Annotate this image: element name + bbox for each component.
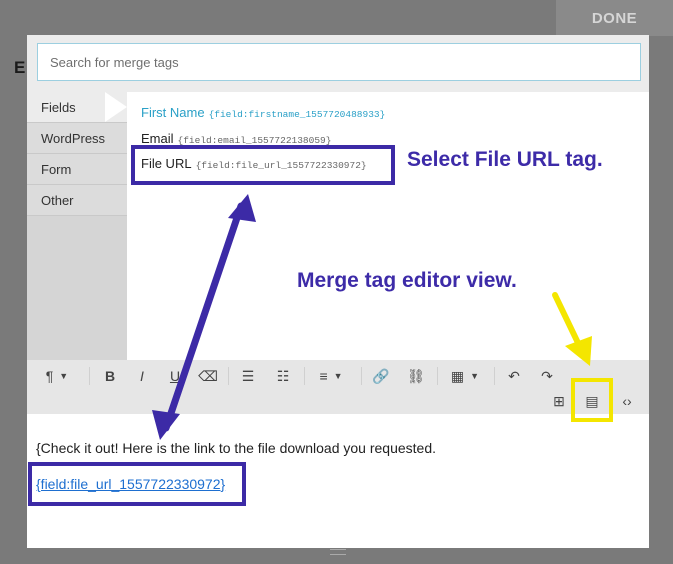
toolbar-divider [228,367,229,385]
sidebar-item-form[interactable]: Form [27,154,127,185]
bold-icon: B [104,368,116,384]
table-icon: ▦ [450,367,465,384]
editor-resize-handle[interactable] [330,549,346,555]
align-dropdown[interactable]: ≡ ▼ [311,366,351,386]
sidebar-item-label: Other [41,192,74,208]
merge-tag-label: First Name [141,105,205,120]
ordered-list-button[interactable]: ☰ [237,366,259,386]
link-button[interactable]: 🔗 [370,366,392,386]
paragraph-format-dropdown[interactable]: ¶ ▼ [39,366,75,386]
redo-button[interactable]: ↷ [536,366,558,386]
italic-button[interactable]: I [131,366,153,386]
code-view-button[interactable]: ‹› [616,390,638,412]
search-box [37,43,641,81]
annotation-editor-view: Merge tag editor view. [297,269,517,292]
table-dropdown[interactable]: ▦ ▼ [445,366,485,386]
file-url-highlight-box [131,145,395,185]
sidebar-item-label: WordPress [41,130,106,146]
active-category-pointer [105,92,127,122]
underline-icon: U [169,368,181,384]
sidebar-item-other[interactable]: Other [27,185,127,216]
toolbar-divider [437,367,438,385]
code-view-icon: ‹› [622,393,632,409]
unordered-list-icon: ☷ [276,367,290,384]
undo-button[interactable]: ↶ [503,366,525,386]
editor-view-highlight-box [571,378,613,422]
sidebar-item-label: Form [41,161,72,177]
merge-tag-list: First Name {field:firstname_1557720488933… [105,92,649,360]
editor-toolbar: ¶ ▼ B I U ⌫ ☰ ☷ ≡ ▼ 🔗 ⛓ ▦ ▼ ↶ ↷ ⊞ ▤ ‹› [27,360,649,414]
merge-tag-label: Email [141,131,174,146]
sidebar-item-wordpress[interactable]: WordPress [27,123,127,154]
italic-icon: I [140,368,144,384]
unordered-list-button[interactable]: ☷ [272,366,294,386]
toolbar-divider [89,367,90,385]
eraser-icon: ⌫ [198,367,218,384]
annotation-select-tag: Select File URL tag. [407,148,603,171]
done-button[interactable]: DONE [556,0,673,36]
merge-tag-icon: ⊞ [553,392,565,409]
sidebar-empty-area [27,216,127,360]
redo-icon: ↷ [541,367,553,384]
paragraph-icon: ¶ [45,368,54,384]
link-icon: 🔗 [372,367,390,384]
editor-text-line: {Check it out! Here is the link to the f… [36,440,437,456]
page-heading-partial: E [14,58,26,77]
sidebar-item-label: Fields [41,99,76,115]
merge-tag-modal: Fields WordPress Form Other First Name{f… [27,35,649,360]
toolbar-divider [304,367,305,385]
toolbar-divider [494,367,495,385]
align-icon: ≡ [319,368,328,384]
merge-tag-search-input[interactable] [38,44,640,80]
editor-tag-highlight-box [28,462,246,506]
chevron-down-icon: ▼ [59,371,69,381]
chevron-down-icon: ▼ [333,371,343,381]
merge-tag-code: {field:firstname_1557720488933} [208,109,386,120]
ordered-list-icon: ☰ [241,367,255,384]
toolbar-divider [361,367,362,385]
bold-button[interactable]: B [99,366,121,386]
underline-button[interactable]: U [164,366,186,386]
merge-tag-email[interactable]: Email {field:email_1557722138059} [141,131,331,146]
undo-icon: ↶ [508,367,520,384]
chevron-down-icon: ▼ [470,371,480,381]
merge-tag-first-name[interactable]: First Name {field:firstname_1557720488933… [141,105,385,120]
clear-format-button[interactable]: ⌫ [197,366,219,386]
unlink-icon: ⛓ [407,367,425,384]
unlink-button[interactable]: ⛓ [405,366,427,386]
merge-tag-button[interactable]: ⊞ [548,390,570,412]
merge-tag-category-sidebar: Fields WordPress Form Other [27,92,127,360]
